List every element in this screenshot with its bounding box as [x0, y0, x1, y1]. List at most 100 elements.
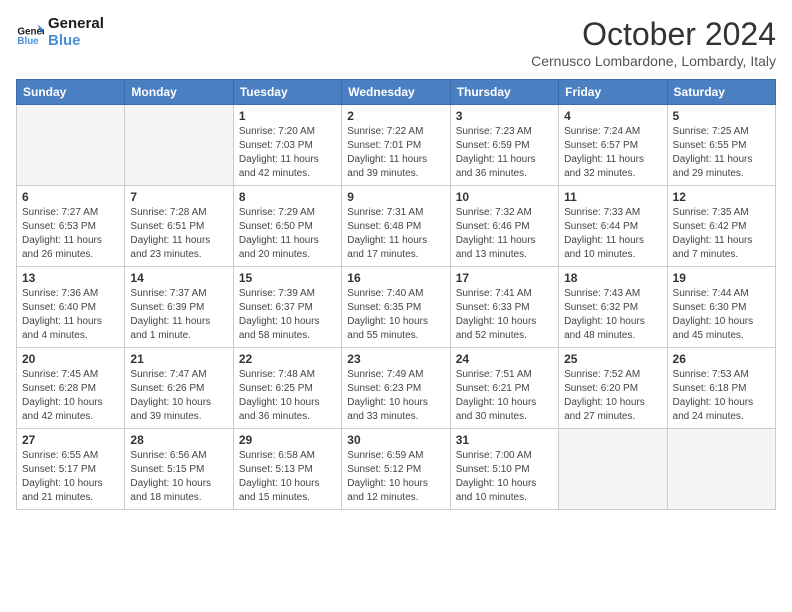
calendar-cell: 19Sunrise: 7:44 AM Sunset: 6:30 PM Dayli…: [667, 267, 775, 348]
day-number: 27: [22, 433, 119, 447]
calendar-cell: 28 Sunrise: 6:56 AM Sunset: 5:15 PM Dayli…: [125, 429, 233, 510]
calendar-cell: 22 Sunrise: 7:48 AM Sunset: 6:25 PM Dayli…: [233, 348, 341, 429]
calendar-cell: 13 Sunrise: 7:36 AM Sunset: 6:40 PM Dayli…: [17, 267, 125, 348]
day-info: Sunrise: 7:37 AM Sunset: 6:39 PM Dayligh…: [130, 287, 227, 343]
calendar-cell: 16 Sunrise: 7:40 AM Sunset: 6:35 PM Dayli…: [342, 267, 450, 348]
page-header: General Blue General Blue October 2024 C…: [16, 16, 776, 69]
day-number: 2: [347, 109, 444, 123]
calendar-cell: 23 Sunrise: 7:49 AM Sunset: 6:23 PM Dayli…: [342, 348, 450, 429]
day-number: 22: [239, 352, 336, 366]
day-number: 26: [673, 352, 770, 366]
title-block: October 2024 Cernusco Lombardone, Lombar…: [531, 16, 776, 69]
logo-blue: Blue: [48, 33, 104, 50]
day-number: 6: [22, 190, 119, 204]
calendar-cell: 30Sunrise: 6:59 AM Sunset: 5:12 PM Dayli…: [342, 429, 450, 510]
day-number: 15: [239, 271, 336, 285]
calendar-cell: 11Sunrise: 7:33 AM Sunset: 6:44 PM Dayli…: [559, 186, 667, 267]
calendar-cell: 4Sunrise: 7:24 AM Sunset: 6:57 PM Daylig…: [559, 105, 667, 186]
day-info: Sunrise: 7:51 AM Sunset: 6:21 PM Dayligh…: [456, 368, 553, 424]
day-info: Sunrise: 7:53 AM Sunset: 6:18 PM Dayligh…: [673, 368, 770, 424]
calendar-cell: 29 Sunrise: 6:58 AM Sunset: 5:13 PM Dayli…: [233, 429, 341, 510]
day-number: 19: [673, 271, 770, 285]
day-number: 18: [564, 271, 661, 285]
calendar-cell: 25Sunrise: 7:52 AM Sunset: 6:20 PM Dayli…: [559, 348, 667, 429]
day-number: 12: [673, 190, 770, 204]
day-number: 10: [456, 190, 553, 204]
calendar-cell: [667, 429, 775, 510]
calendar-cell: 20Sunrise: 7:45 AM Sunset: 6:28 PM Dayli…: [17, 348, 125, 429]
day-number: 20: [22, 352, 119, 366]
day-info: Sunrise: 7:47 AM Sunset: 6:26 PM Dayligh…: [130, 368, 227, 424]
day-info: Sunrise: 7:27 AM Sunset: 6:53 PM Dayligh…: [22, 206, 119, 262]
day-number: 11: [564, 190, 661, 204]
calendar-cell: 8 Sunrise: 7:29 AM Sunset: 6:50 PM Daylig…: [233, 186, 341, 267]
weekday-header-sunday: Sunday: [17, 80, 125, 105]
weekday-header-friday: Friday: [559, 80, 667, 105]
day-info: Sunrise: 7:28 AM Sunset: 6:51 PM Dayligh…: [130, 206, 227, 262]
day-info: Sunrise: 7:25 AM Sunset: 6:55 PM Dayligh…: [673, 125, 770, 181]
day-info: Sunrise: 6:55 AM Sunset: 5:17 PM Dayligh…: [22, 449, 119, 505]
weekday-header-saturday: Saturday: [667, 80, 775, 105]
day-number: 29: [239, 433, 336, 447]
day-info: Sunrise: 7:24 AM Sunset: 6:57 PM Dayligh…: [564, 125, 661, 181]
day-info: Sunrise: 7:35 AM Sunset: 6:42 PM Dayligh…: [673, 206, 770, 262]
day-number: 14: [130, 271, 227, 285]
calendar-cell: 7Sunrise: 7:28 AM Sunset: 6:51 PM Daylig…: [125, 186, 233, 267]
calendar-cell: 17 Sunrise: 7:41 AM Sunset: 6:33 PM Dayli…: [450, 267, 558, 348]
logo-general: General: [48, 16, 104, 33]
calendar-week-4: 20Sunrise: 7:45 AM Sunset: 6:28 PM Dayli…: [17, 348, 776, 429]
day-number: 24: [456, 352, 553, 366]
day-info: Sunrise: 7:29 AM Sunset: 6:50 PM Dayligh…: [239, 206, 336, 262]
day-info: Sunrise: 6:58 AM Sunset: 5:13 PM Dayligh…: [239, 449, 336, 505]
day-info: Sunrise: 7:48 AM Sunset: 6:25 PM Dayligh…: [239, 368, 336, 424]
day-info: Sunrise: 7:36 AM Sunset: 6:40 PM Dayligh…: [22, 287, 119, 343]
calendar-cell: 6 Sunrise: 7:27 AM Sunset: 6:53 PM Daylig…: [17, 186, 125, 267]
location-subtitle: Cernusco Lombardone, Lombardy, Italy: [531, 53, 776, 69]
calendar-week-1: 1 Sunrise: 7:20 AM Sunset: 7:03 PM Daylig…: [17, 105, 776, 186]
day-info: Sunrise: 7:00 AM Sunset: 5:10 PM Dayligh…: [456, 449, 553, 505]
day-number: 1: [239, 109, 336, 123]
day-number: 8: [239, 190, 336, 204]
calendar-table: SundayMondayTuesdayWednesdayThursdayFrid…: [16, 79, 776, 510]
calendar-cell: 15 Sunrise: 7:39 AM Sunset: 6:37 PM Dayli…: [233, 267, 341, 348]
calendar-cell: 2Sunrise: 7:22 AM Sunset: 7:01 PM Daylig…: [342, 105, 450, 186]
day-number: 28: [130, 433, 227, 447]
calendar-cell: 12 Sunrise: 7:35 AM Sunset: 6:42 PM Dayli…: [667, 186, 775, 267]
calendar-cell: 26 Sunrise: 7:53 AM Sunset: 6:18 PM Dayli…: [667, 348, 775, 429]
calendar-header-row: SundayMondayTuesdayWednesdayThursdayFrid…: [17, 80, 776, 105]
calendar-week-5: 27 Sunrise: 6:55 AM Sunset: 5:17 PM Dayli…: [17, 429, 776, 510]
weekday-header-thursday: Thursday: [450, 80, 558, 105]
day-number: 31: [456, 433, 553, 447]
month-title: October 2024: [531, 16, 776, 53]
logo: General Blue General Blue: [16, 16, 104, 49]
day-number: 23: [347, 352, 444, 366]
day-number: 13: [22, 271, 119, 285]
day-info: Sunrise: 7:49 AM Sunset: 6:23 PM Dayligh…: [347, 368, 444, 424]
calendar-cell: 24 Sunrise: 7:51 AM Sunset: 6:21 PM Dayli…: [450, 348, 558, 429]
day-info: Sunrise: 7:41 AM Sunset: 6:33 PM Dayligh…: [456, 287, 553, 343]
day-number: 16: [347, 271, 444, 285]
day-info: Sunrise: 7:20 AM Sunset: 7:03 PM Dayligh…: [239, 125, 336, 181]
calendar-cell: 31 Sunrise: 7:00 AM Sunset: 5:10 PM Dayli…: [450, 429, 558, 510]
day-info: Sunrise: 7:39 AM Sunset: 6:37 PM Dayligh…: [239, 287, 336, 343]
day-info: Sunrise: 7:32 AM Sunset: 6:46 PM Dayligh…: [456, 206, 553, 262]
day-number: 5: [673, 109, 770, 123]
calendar-cell: 18Sunrise: 7:43 AM Sunset: 6:32 PM Dayli…: [559, 267, 667, 348]
calendar-cell: 27 Sunrise: 6:55 AM Sunset: 5:17 PM Dayli…: [17, 429, 125, 510]
calendar-week-2: 6 Sunrise: 7:27 AM Sunset: 6:53 PM Daylig…: [17, 186, 776, 267]
calendar-cell: 9Sunrise: 7:31 AM Sunset: 6:48 PM Daylig…: [342, 186, 450, 267]
calendar-week-3: 13 Sunrise: 7:36 AM Sunset: 6:40 PM Dayli…: [17, 267, 776, 348]
day-info: Sunrise: 6:59 AM Sunset: 5:12 PM Dayligh…: [347, 449, 444, 505]
calendar-cell: [559, 429, 667, 510]
calendar-cell: 21Sunrise: 7:47 AM Sunset: 6:26 PM Dayli…: [125, 348, 233, 429]
weekday-header-monday: Monday: [125, 80, 233, 105]
day-info: Sunrise: 7:40 AM Sunset: 6:35 PM Dayligh…: [347, 287, 444, 343]
day-number: 3: [456, 109, 553, 123]
day-number: 9: [347, 190, 444, 204]
svg-text:Blue: Blue: [17, 36, 39, 47]
day-info: Sunrise: 6:56 AM Sunset: 5:15 PM Dayligh…: [130, 449, 227, 505]
calendar-cell: 5 Sunrise: 7:25 AM Sunset: 6:55 PM Daylig…: [667, 105, 775, 186]
day-number: 17: [456, 271, 553, 285]
calendar-cell: 3Sunrise: 7:23 AM Sunset: 6:59 PM Daylig…: [450, 105, 558, 186]
calendar-cell: [125, 105, 233, 186]
